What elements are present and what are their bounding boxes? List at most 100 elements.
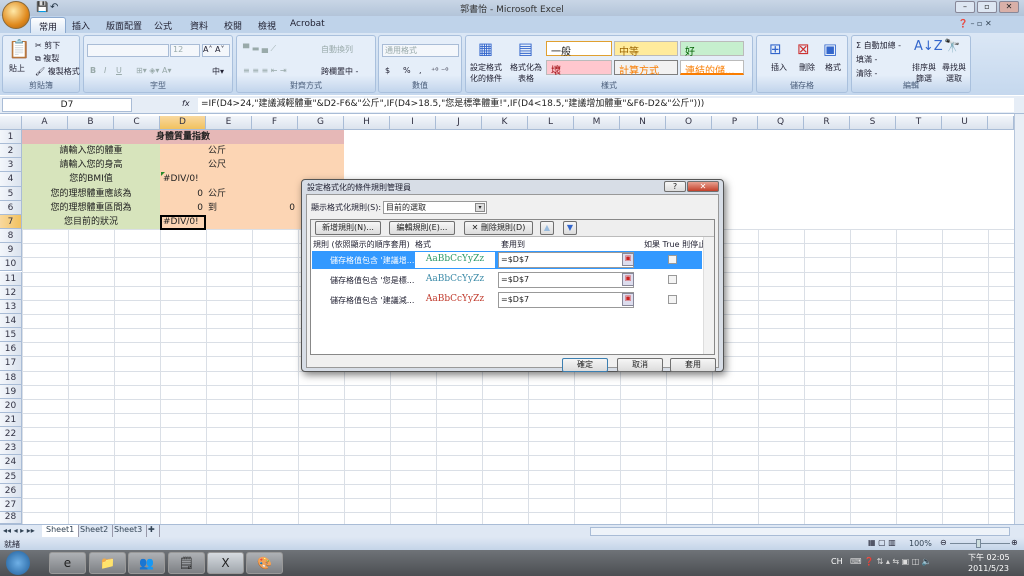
column-header-L[interactable]: L <box>528 116 574 130</box>
sort-icon[interactable]: A↓Z <box>914 39 943 54</box>
chevron-down-icon[interactable]: ▾ <box>475 203 485 212</box>
row-header-17[interactable]: 17 <box>0 356 22 371</box>
zoom-in-icon[interactable]: ⊕ <box>1011 538 1018 547</box>
row-header-24[interactable]: 24 <box>0 455 22 470</box>
row-header-19[interactable]: 19 <box>0 384 22 399</box>
cell-D4[interactable]: #DIV/0! <box>160 172 206 186</box>
cell-F6[interactable]: 0 <box>252 201 298 215</box>
row-header-11[interactable]: 11 <box>0 271 22 286</box>
paste-icon[interactable]: 📋 <box>8 39 30 60</box>
align-icons[interactable]: ▀ ▬ ▄ ⟋ <box>243 44 276 54</box>
start-button[interactable] <box>6 551 30 575</box>
underline-button[interactable]: U <box>116 66 122 75</box>
row-header-6[interactable]: 6 <box>0 200 22 215</box>
help-button[interactable]: ? <box>664 181 686 192</box>
cell-A4-label[interactable]: 您的BMI值 <box>22 172 160 186</box>
delete-button[interactable]: 刪除 <box>799 62 815 73</box>
row-header-26[interactable]: 26 <box>0 483 22 498</box>
format-button[interactable]: 格式 <box>825 62 841 73</box>
column-header-extra[interactable] <box>988 116 1014 130</box>
style-neutral[interactable]: 中等 <box>614 41 678 58</box>
column-header-N[interactable]: N <box>620 116 666 130</box>
row-header-4[interactable]: 4 <box>0 172 22 187</box>
row-header-18[interactable]: 18 <box>0 370 22 385</box>
clear-button[interactable]: 清除 - <box>856 68 877 79</box>
tab-home[interactable]: 常用 <box>30 17 67 33</box>
rule-row[interactable]: 儲存格值包含 '建議增... AaBbCcYyZz =$D$7 ▣ <box>312 251 702 269</box>
cut-button[interactable]: ✂ 剪下 <box>35 40 60 51</box>
active-cell-D7[interactable] <box>160 214 206 231</box>
edit-rule-button[interactable]: 編輯規則(E)... <box>389 221 455 235</box>
view-buttons[interactable]: ▦ ▢ ▥ <box>868 538 896 547</box>
stop-if-true-checkbox[interactable] <box>668 255 677 264</box>
style-calculation[interactable]: 計算方式 <box>614 60 678 77</box>
row-header-27[interactable]: 27 <box>0 497 22 513</box>
rule-applies-to-input[interactable]: =$D$7 <box>498 272 634 288</box>
column-header-S[interactable]: S <box>850 116 896 130</box>
row-header-7[interactable]: 7 <box>0 214 22 230</box>
language-indicator[interactable]: CH <box>831 557 843 566</box>
vertical-scrollbar[interactable] <box>1014 114 1024 524</box>
tab-view[interactable]: 檢視 <box>250 17 284 33</box>
percent-button[interactable]: % <box>403 66 411 75</box>
column-header-I[interactable]: I <box>390 116 436 130</box>
range-select-icon[interactable]: ▣ <box>622 293 634 306</box>
formula-input[interactable]: =IF(D4>24,"建議減輕體重"&D2-F6&"公斤",IF(D4>18.5… <box>198 98 1014 112</box>
binoculars-icon[interactable]: 🔭 <box>944 39 960 54</box>
align-horizontal-icons[interactable]: ≡ ≡ ≡ ⇤ ⇥ <box>243 66 287 75</box>
paint-icon[interactable]: 🎨 <box>246 552 283 574</box>
range-select-icon[interactable]: ▣ <box>622 273 634 286</box>
save-icon[interactable]: 💾 <box>36 2 48 13</box>
undo-icon[interactable]: ↶ <box>50 2 58 13</box>
cancel-button[interactable]: 取消 <box>617 358 663 372</box>
decimal-icons[interactable]: ⁺⁰ ⁻⁰ <box>431 66 448 75</box>
currency-button[interactable]: $ <box>385 66 390 75</box>
row-header-25[interactable]: 25 <box>0 469 22 484</box>
row-header-28[interactable]: 28 <box>0 512 22 524</box>
wrap-text-button[interactable]: 自動換列 <box>321 44 353 55</box>
format-icon[interactable]: ▣ <box>823 40 837 58</box>
tray-icons[interactable]: ⌨ ❓ ⇅ ▴ ⇆ ▣ ◫ 🔈 <box>850 557 932 566</box>
office-button[interactable] <box>2 1 30 29</box>
rule-applies-to-input[interactable]: =$D$7 <box>498 252 634 268</box>
merge-center-button[interactable]: 跨欄置中 - <box>321 66 358 77</box>
insert-icon[interactable]: ⊞ <box>769 40 782 58</box>
column-header-K[interactable]: K <box>482 116 528 130</box>
column-header-H[interactable]: H <box>344 116 390 130</box>
tab-formulas[interactable]: 公式 <box>146 17 180 33</box>
minimize-button[interactable]: – <box>955 1 975 13</box>
style-linked-cell[interactable]: 連結的儲... <box>680 60 744 77</box>
apply-button[interactable]: 套用 <box>670 358 716 372</box>
font-name-select[interactable] <box>87 44 169 57</box>
column-header-D[interactable]: D <box>160 116 206 130</box>
row-header-2[interactable]: 2 <box>0 144 22 159</box>
row-header-15[interactable]: 15 <box>0 328 22 343</box>
delete-icon[interactable]: ⊠ <box>797 40 810 58</box>
name-box[interactable]: D7 <box>2 98 132 112</box>
column-header-A[interactable]: A <box>22 116 68 130</box>
column-header-T[interactable]: T <box>896 116 942 130</box>
range-select-icon[interactable]: ▣ <box>622 253 634 266</box>
insert-button[interactable]: 插入 <box>771 62 787 73</box>
move-down-icon[interactable]: ▼ <box>563 221 577 235</box>
bold-button[interactable]: B <box>90 66 96 75</box>
row-header-10[interactable]: 10 <box>0 257 22 272</box>
grow-shrink-font[interactable]: A˄ A˅ <box>202 44 230 57</box>
close-button[interactable]: ✕ <box>999 1 1019 13</box>
italic-button[interactable]: I <box>104 66 106 75</box>
row-header-23[interactable]: 23 <box>0 441 22 456</box>
stop-if-true-checkbox[interactable] <box>668 295 677 304</box>
column-header-B[interactable]: B <box>68 116 114 130</box>
cell-A5-label[interactable]: 您的理想體重應該為 <box>22 187 160 201</box>
zoom-level[interactable]: 100% <box>909 539 932 548</box>
delete-rule-button[interactable]: ✕ 刪除規則(D) <box>464 221 533 235</box>
column-header-E[interactable]: E <box>206 116 252 130</box>
clock-date[interactable]: 2011/5/23 <box>968 564 1009 573</box>
fill-button[interactable]: 填滿 - <box>856 54 877 65</box>
column-header-O[interactable]: O <box>666 116 712 130</box>
font-size-select[interactable]: 12 <box>170 44 200 57</box>
column-header-U[interactable]: U <box>942 116 988 130</box>
rule-row[interactable]: 儲存格值包含 '建議減... AaBbCcYyZz =$D$7 ▣ <box>312 291 702 309</box>
style-good[interactable]: 好 <box>680 41 744 58</box>
column-header-F[interactable]: F <box>252 116 298 130</box>
